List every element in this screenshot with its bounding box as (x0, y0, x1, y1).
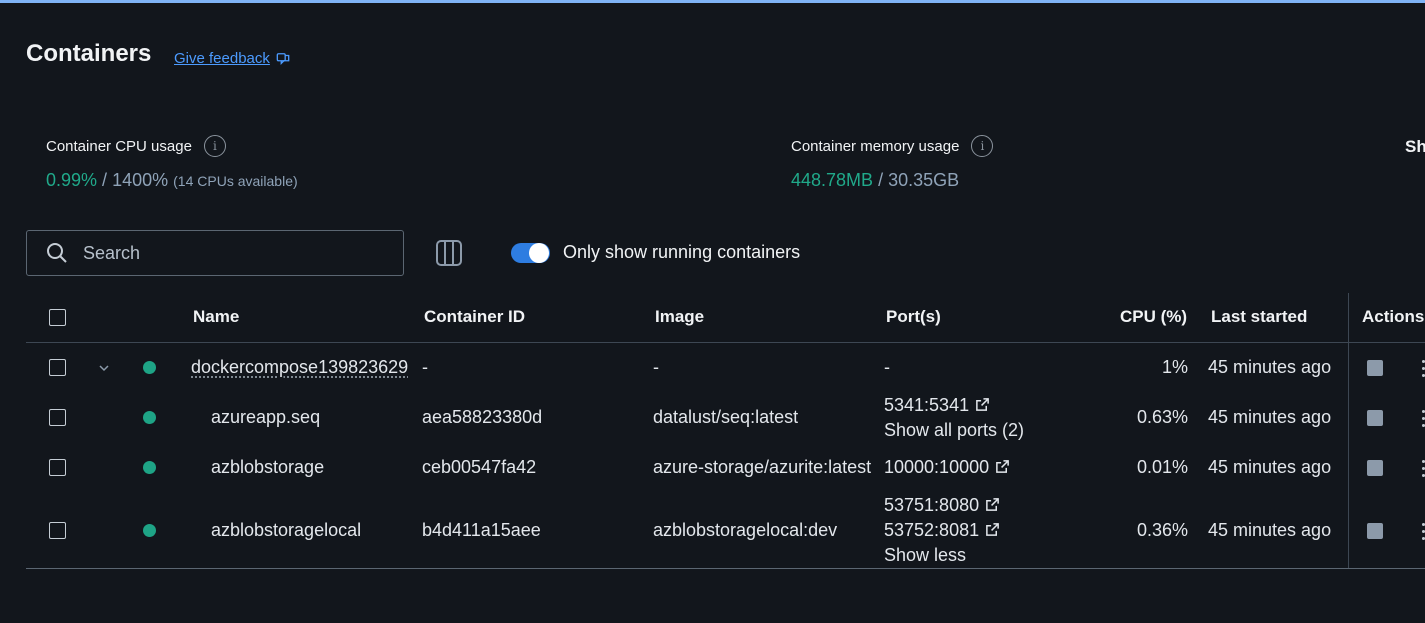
memory-usage-value: 448.78MB / 30.35GB (791, 170, 959, 191)
running-status-dot (143, 411, 156, 424)
actions-column-divider (1348, 293, 1349, 569)
row-checkbox[interactable] (49, 409, 66, 426)
port-link[interactable]: 53752:8081 (884, 520, 1000, 541)
row-checkbox[interactable] (49, 459, 66, 476)
external-link-icon (986, 498, 999, 511)
running-status-dot (143, 524, 156, 537)
memory-used: 448.78MB (791, 170, 874, 190)
container-cpu: 0.01% (1136, 457, 1188, 477)
columns-icon[interactable] (434, 239, 464, 267)
header-ports[interactable]: Port(s) (886, 307, 941, 327)
running-only-toggle[interactable] (511, 243, 550, 263)
port-mapping: 53751:8080 (884, 495, 980, 515)
container-last-started: 45 minutes ago (1208, 457, 1332, 477)
stop-button[interactable] (1367, 410, 1383, 426)
stop-button[interactable] (1367, 460, 1383, 476)
header-actions: Actions (1362, 307, 1425, 326)
container-name[interactable]: dockercompose139823629 (191, 357, 408, 378)
container-image: datalust/seq:latest (653, 407, 799, 427)
container-id: b4d411a15aee (422, 520, 541, 540)
memory-separator: / (873, 170, 889, 190)
show-less-link[interactable]: Show less (884, 545, 966, 566)
header-image[interactable]: Image (655, 307, 704, 327)
search-box[interactable] (26, 230, 404, 276)
port-link[interactable]: 10000:10000 (884, 457, 1010, 478)
port-mapping: 10000:10000 (884, 457, 990, 477)
row-checkbox[interactable] (49, 359, 66, 376)
show-all-ports-link[interactable]: Show all ports (2) (884, 420, 1024, 441)
running-status-dot (143, 361, 156, 374)
cpu-note: (14 CPUs available) (173, 173, 298, 189)
give-feedback-label: Give feedback (174, 50, 270, 67)
port-mapping: 53752:8081 (884, 520, 980, 540)
give-feedback-link[interactable]: Give feedback (174, 50, 290, 67)
running-only-label: Only show running containers (563, 242, 801, 262)
memory-usage-label: Container memory usage (791, 137, 960, 155)
row-checkbox[interactable] (49, 522, 66, 539)
chevron-down-icon[interactable] (98, 362, 110, 374)
cpu-separator: / (97, 170, 113, 190)
cpu-total: 1400% (112, 170, 169, 190)
container-image: - (653, 357, 659, 377)
container-image: azure-storage/azurite:latest (653, 457, 872, 477)
top-accent-bar (0, 0, 1425, 3)
cpu-usage-value: 0.99% / 1400% (14 CPUs available) (46, 170, 298, 191)
page-title: Containers (26, 40, 152, 67)
container-cpu: 1% (1161, 357, 1188, 377)
header-last-started[interactable]: Last started (1211, 307, 1307, 327)
header-name[interactable]: Name (193, 307, 239, 327)
container-name[interactable]: azblobstorage (211, 457, 324, 478)
container-port: - (884, 357, 890, 377)
container-last-started: 45 minutes ago (1208, 357, 1332, 377)
container-last-started: 45 minutes ago (1208, 520, 1332, 540)
memory-total: 30.35GB (888, 170, 960, 190)
select-all-checkbox[interactable] (49, 309, 66, 326)
table-bottom-divider (26, 568, 1425, 569)
port-link[interactable]: 5341:5341 (884, 395, 990, 416)
container-id: - (422, 357, 428, 377)
stop-button[interactable] (1367, 523, 1383, 539)
cpu-usage-label-row: Container CPU usage i (46, 135, 226, 157)
container-cpu: 0.36% (1136, 520, 1188, 540)
search-input[interactable] (83, 242, 363, 264)
running-status-dot (143, 461, 156, 474)
external-link-icon (986, 523, 999, 536)
toggle-knob (529, 243, 549, 263)
memory-info-icon[interactable]: i (971, 135, 994, 157)
external-link-icon (976, 398, 989, 411)
cpu-usage-label: Container CPU usage (46, 137, 192, 155)
cpu-info-icon[interactable]: i (203, 135, 226, 157)
container-last-started: 45 minutes ago (1208, 407, 1332, 427)
port-link[interactable]: 53751:8080 (884, 495, 1000, 516)
header-container-id[interactable]: Container ID (424, 307, 525, 327)
header-cpu[interactable]: CPU (%) (1120, 307, 1187, 327)
search-icon (47, 243, 67, 263)
header-divider (26, 342, 1425, 343)
container-id: aea58823380d (422, 407, 543, 427)
container-cpu: 0.63% (1136, 407, 1188, 427)
container-name[interactable]: azureapp.seq (211, 407, 320, 428)
container-id: ceb00547fa42 (422, 457, 537, 477)
memory-usage-label-row: Container memory usage i (791, 135, 994, 157)
cpu-used: 0.99% (46, 170, 98, 190)
truncated-stat-label: Sh (1405, 137, 1425, 156)
feedback-icon (276, 52, 290, 65)
container-name[interactable]: azblobstoragelocal (211, 520, 361, 541)
container-image: azblobstoragelocal:dev (653, 520, 838, 540)
stop-button[interactable] (1367, 360, 1383, 376)
port-mapping: 5341:5341 (884, 395, 970, 415)
external-link-icon (996, 460, 1009, 473)
